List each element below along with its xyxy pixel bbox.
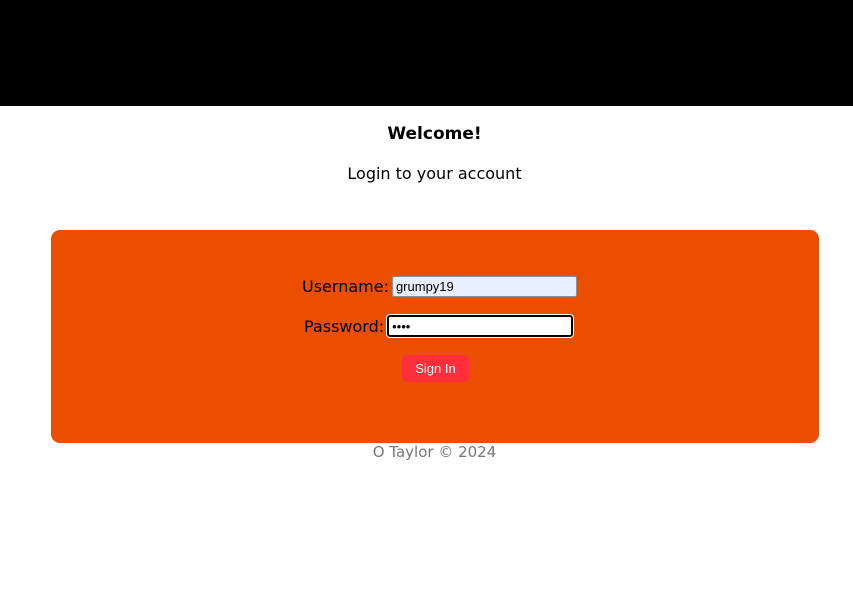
page-subtitle: Login to your account <box>347 164 522 183</box>
username-label: Username: <box>302 277 389 296</box>
footer-copyright: O Taylor © 2024 <box>372 443 497 461</box>
sign-in-button[interactable]: Sign In <box>402 355 469 382</box>
password-row: Password: <box>304 314 575 338</box>
page-title: Welcome! <box>387 124 482 144</box>
username-input[interactable] <box>391 276 577 297</box>
username-row: Username: <box>302 276 577 297</box>
login-panel: Username: Password: Sign In <box>51 230 819 443</box>
top-banner <box>0 0 853 106</box>
password-label: Password: <box>304 316 385 336</box>
password-input[interactable] <box>386 314 575 338</box>
